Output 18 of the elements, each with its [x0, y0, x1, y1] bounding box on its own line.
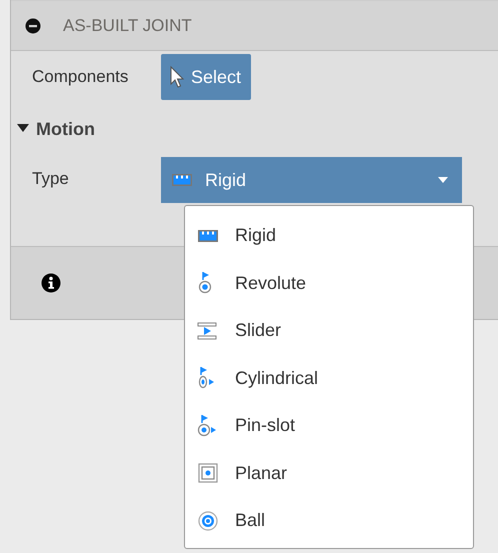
section-title: Motion	[36, 118, 95, 140]
menu-item[interactable]: Planar	[185, 450, 473, 497]
select-button[interactable]: Select	[161, 54, 252, 100]
menu-item[interactable]: Ball	[185, 497, 473, 544]
components-label: Components	[31, 67, 130, 87]
type-dropdown[interactable]: Rigid	[161, 157, 462, 203]
info-icon[interactable]	[41, 273, 61, 293]
collapse-icon[interactable]	[25, 18, 41, 34]
caret-icon	[438, 177, 448, 183]
ring-dot-icon	[197, 510, 219, 532]
cursor-icon	[169, 65, 185, 89]
type-label: Type	[31, 169, 70, 189]
menu-item[interactable]: Cylindrical	[185, 354, 473, 402]
menu-item[interactable]: Slider	[185, 307, 473, 354]
slider-rails-icon	[197, 320, 219, 342]
menu-item[interactable]: Pin-slot	[185, 402, 473, 450]
menu-item[interactable]: Rigid	[185, 212, 473, 260]
panel-title: AS-BUILT JOINT	[63, 16, 192, 36]
